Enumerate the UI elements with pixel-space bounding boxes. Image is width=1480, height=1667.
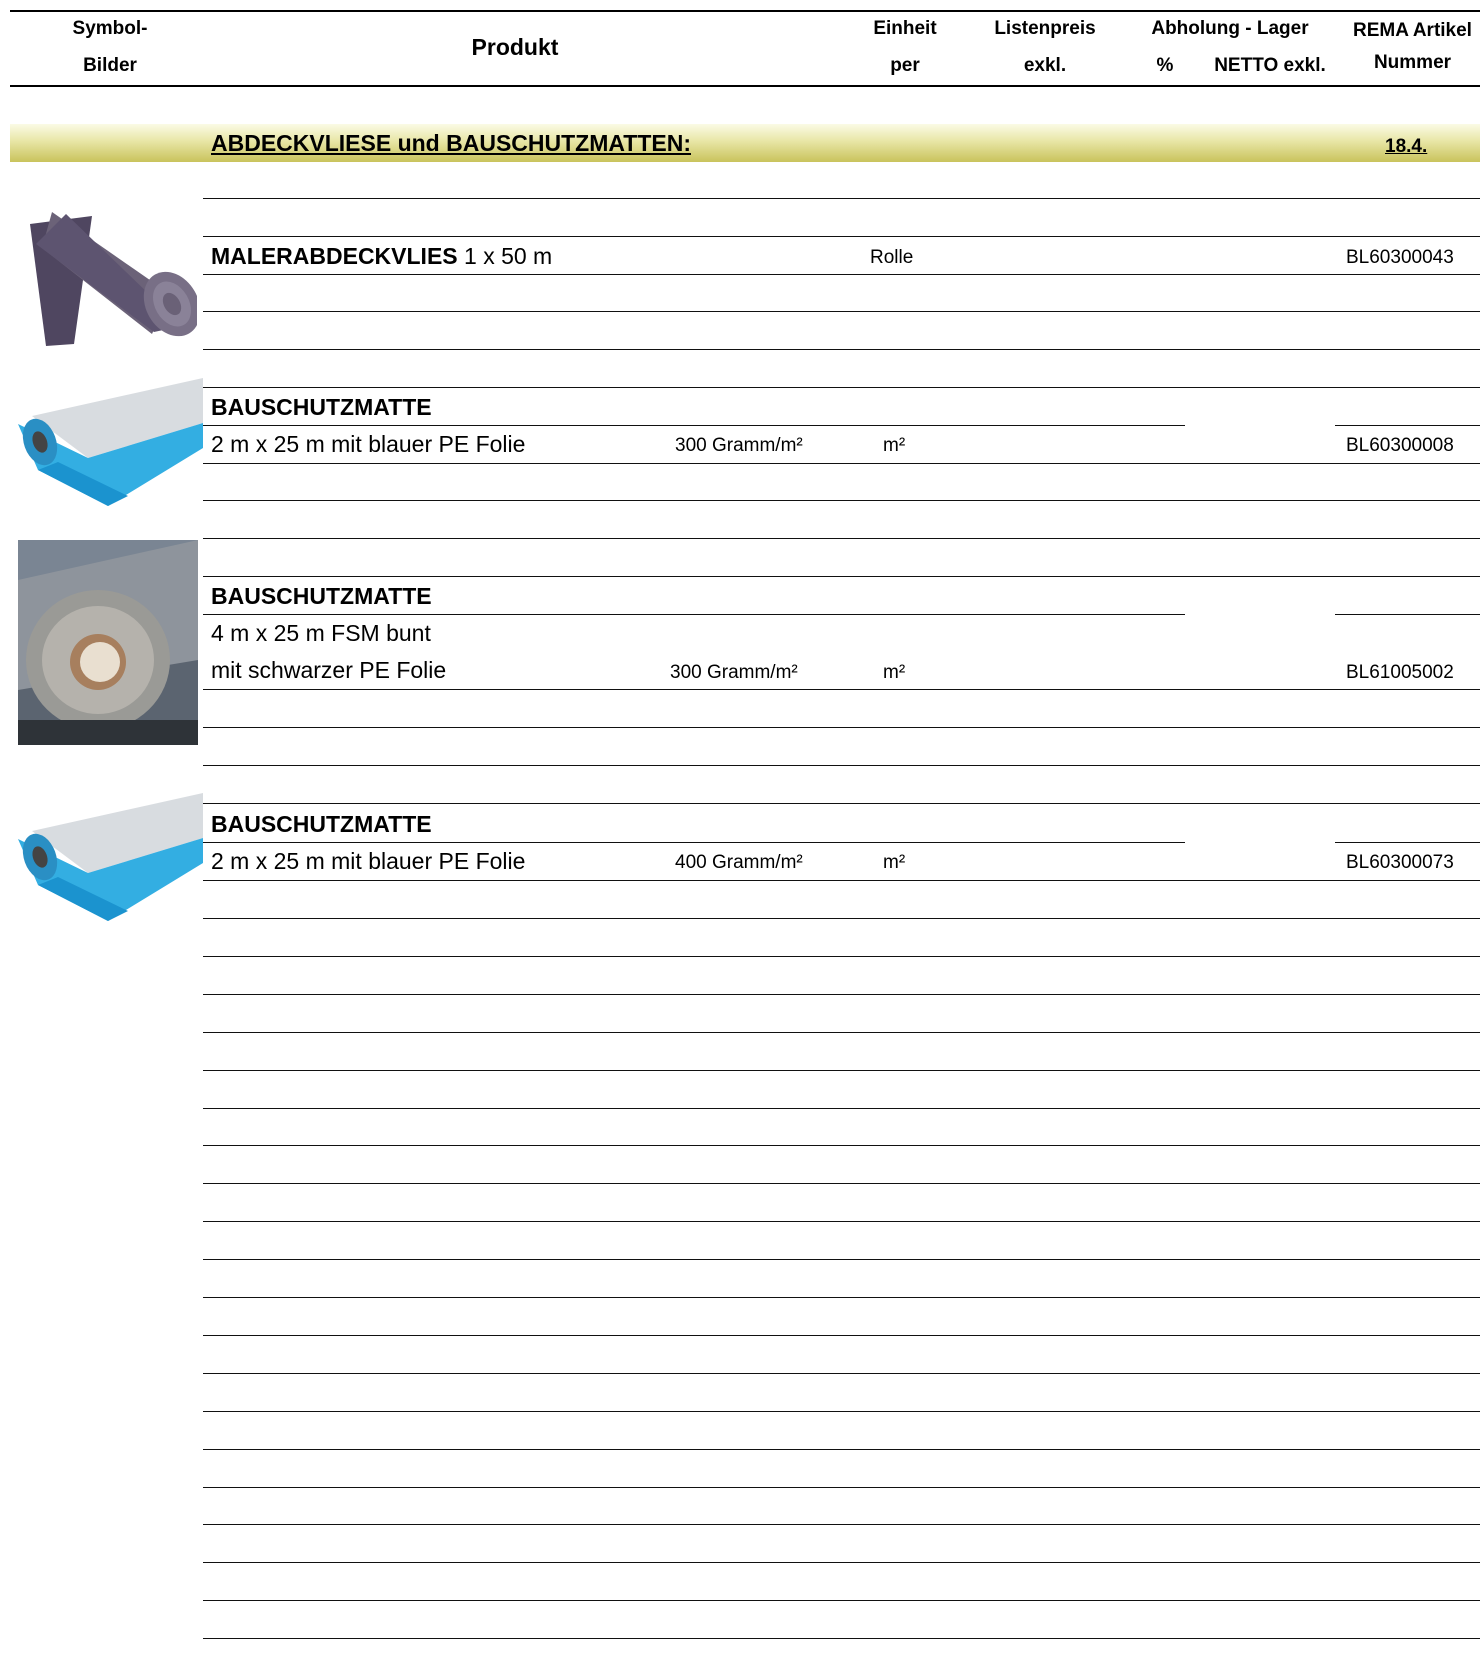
- product-2-dimensions: 2 m x 25 m mit blauer PE Folie: [211, 431, 526, 457]
- header-pickup-net: NETTO exkl.: [1214, 55, 1326, 76]
- header-unit-line2: per: [890, 55, 920, 76]
- ruled-line: [203, 538, 1480, 539]
- ruled-line: [203, 1335, 1480, 1336]
- ruled-line: [203, 956, 1480, 957]
- product-1-name-bold: MALERABDECKVLIES: [211, 243, 458, 269]
- ruled-line: [203, 1297, 1480, 1298]
- ruled-line: [203, 349, 1480, 350]
- ruled-line: [203, 576, 1480, 577]
- product-3-name: BAUSCHUTZMATTE: [211, 583, 432, 609]
- ruled-line: [203, 689, 1480, 690]
- ruled-line: [203, 387, 1480, 388]
- ruled-line: [203, 1600, 1480, 1601]
- ruled-line: [203, 1487, 1480, 1488]
- product-4-name: BAUSCHUTZMATTE: [211, 811, 432, 837]
- product-2-name: BAUSCHUTZMATTE: [211, 394, 432, 420]
- ruled-line: [203, 918, 1480, 919]
- product-1-unit: Rolle: [870, 247, 914, 268]
- product-4-dimensions: 2 m x 25 m mit blauer PE Folie: [211, 848, 526, 874]
- partial-rule: [203, 425, 1185, 426]
- header-bottom-rule: [10, 85, 1480, 87]
- ruled-line: [203, 1032, 1480, 1033]
- header-rema-line2: Nummer: [1373, 52, 1452, 73]
- ruled-line: [203, 463, 1480, 464]
- header-rema-line1: REMA Artikel: [1353, 20, 1472, 41]
- product-4-weight: 400 Gramm/m²: [675, 852, 803, 873]
- partial-rule: [1335, 842, 1480, 843]
- header-symbol-line1: Symbol-: [72, 18, 148, 39]
- ruled-line: [203, 880, 1480, 881]
- partial-rule: [203, 614, 1185, 615]
- ruled-line: [203, 236, 1480, 237]
- product-4-unit: m²: [883, 852, 906, 873]
- partial-rule: [1335, 425, 1480, 426]
- ruled-line: [203, 1562, 1480, 1563]
- product-3-dimensions: 4 m x 25 m FSM bunt: [211, 620, 431, 646]
- ruled-line: [203, 1411, 1480, 1412]
- blue-mat-roll-image-1: [18, 378, 203, 506]
- ruled-line: [203, 765, 1480, 766]
- partial-rule: [203, 842, 1185, 843]
- ruled-line: [203, 500, 1480, 501]
- blue-mat-roll-image-2: [18, 793, 203, 921]
- ruled-line: [203, 274, 1480, 275]
- ruled-line: [203, 727, 1480, 728]
- product-3-weight: 300 Gramm/m²: [670, 662, 798, 683]
- ruled-line: [203, 994, 1480, 995]
- product-2-weight: 300 Gramm/m²: [675, 435, 803, 456]
- ruled-line: [203, 1183, 1480, 1184]
- grey-fleece-roll-image: [30, 212, 197, 346]
- section-title: ABDECKVLIESE und BAUSCHUTZMATTEN:: [211, 130, 691, 156]
- ruled-line: [203, 1108, 1480, 1109]
- product-1-name: MALERABDECKVLIES 1 x 50 m: [211, 242, 552, 270]
- product-2-unit: m²: [883, 435, 906, 456]
- ruled-line: [203, 1221, 1480, 1222]
- header-top-rule: [10, 10, 1480, 12]
- header-pickup-line1: Abholung - Lager: [1151, 18, 1309, 39]
- header-unit-line1: Einheit: [873, 18, 937, 39]
- product-1-name-rest: 1 x 50 m: [457, 243, 553, 269]
- ruled-line: [203, 1524, 1480, 1525]
- product-3-article: BL61005002: [1346, 662, 1454, 683]
- header-symbol-line2: Bilder: [83, 55, 137, 76]
- product-1-article: BL60300043: [1346, 247, 1454, 268]
- grey-mat-roll-photo-image: [18, 540, 198, 745]
- product-2-article: BL60300008: [1346, 435, 1454, 456]
- ruled-line: [203, 803, 1480, 804]
- ruled-line: [203, 1145, 1480, 1146]
- product-3-foil: mit schwarzer PE Folie: [211, 657, 447, 683]
- section-number: 18.4.: [1385, 136, 1428, 157]
- ruled-line: [203, 1373, 1480, 1374]
- ruled-line: [203, 198, 1480, 199]
- product-3-unit: m²: [883, 662, 906, 683]
- header-listprice-line2: exkl.: [1023, 55, 1067, 76]
- ruled-line: [203, 1070, 1480, 1071]
- ruled-line: [203, 1449, 1480, 1450]
- ruled-line: [203, 1259, 1480, 1260]
- header-product: Produkt: [471, 34, 559, 60]
- header-listprice-line1: Listenpreis: [994, 18, 1096, 39]
- product-4-article: BL60300073: [1346, 852, 1454, 873]
- ruled-line: [203, 311, 1480, 312]
- ruled-line: [203, 1638, 1480, 1639]
- header-pickup-percent: %: [1156, 55, 1174, 76]
- partial-rule: [1335, 614, 1480, 615]
